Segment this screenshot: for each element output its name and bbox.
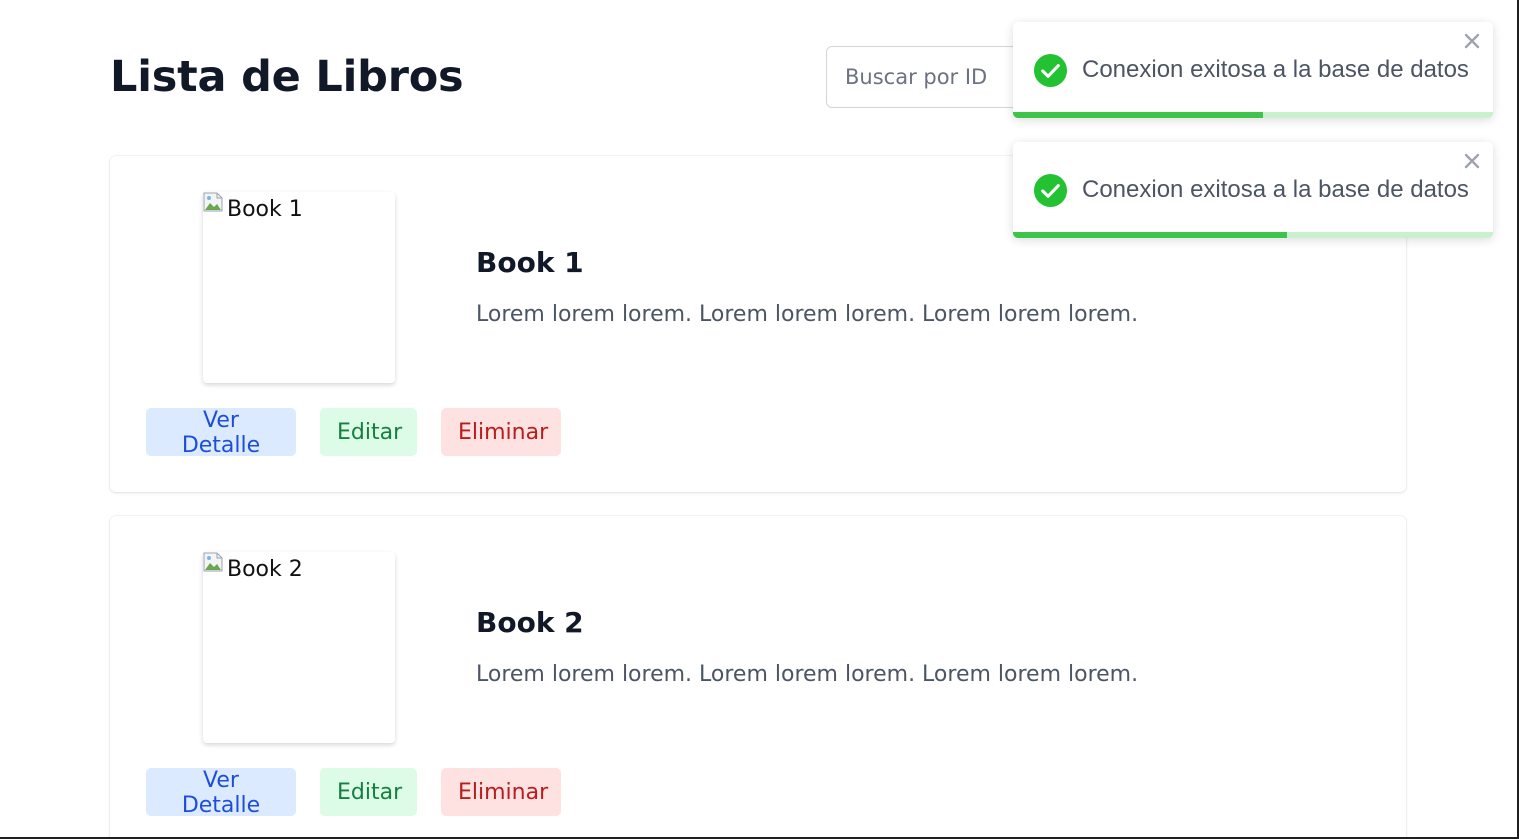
check-circle-icon bbox=[1033, 173, 1068, 208]
broken-image-icon bbox=[203, 552, 223, 572]
book-cover-alt-text: Book 2 bbox=[227, 557, 303, 582]
toast-progress-bar bbox=[1013, 112, 1493, 118]
book-cover-alt-text: Book 1 bbox=[227, 197, 303, 222]
close-icon[interactable] bbox=[1463, 32, 1481, 50]
toast-notification: Conexion exitosa a la base de datos bbox=[1013, 22, 1493, 118]
app-window: Lista de Libros Book 1 Book 1 Lorem lore… bbox=[0, 0, 1519, 839]
toast-progress-fill bbox=[1013, 232, 1287, 238]
delete-button[interactable]: Eliminar bbox=[441, 408, 561, 456]
toast-progress-bar bbox=[1013, 232, 1493, 238]
edit-button[interactable]: Editar bbox=[320, 768, 417, 816]
page-title: Lista de Libros bbox=[110, 52, 464, 102]
check-circle-icon bbox=[1033, 53, 1068, 88]
book-description: Lorem lorem lorem. Lorem lorem lorem. Lo… bbox=[476, 302, 1139, 327]
broken-image-icon bbox=[203, 192, 223, 212]
toast-message: Conexion exitosa a la base de datos bbox=[1082, 56, 1469, 83]
book-cover-image: Book 1 bbox=[203, 192, 395, 383]
delete-button[interactable]: Eliminar bbox=[441, 768, 561, 816]
book-cover-image: Book 2 bbox=[203, 552, 395, 743]
book-title: Book 1 bbox=[476, 246, 584, 279]
toast-notification: Conexion exitosa a la base de datos bbox=[1013, 142, 1493, 238]
book-description: Lorem lorem lorem. Lorem lorem lorem. Lo… bbox=[476, 662, 1139, 687]
toast-progress-fill bbox=[1013, 112, 1263, 118]
edit-button[interactable]: Editar bbox=[320, 408, 417, 456]
book-card: Book 2 Book 2 Lorem lorem lorem. Lorem l… bbox=[110, 516, 1406, 837]
book-title: Book 2 bbox=[476, 606, 584, 639]
toast-message: Conexion exitosa a la base de datos bbox=[1082, 176, 1469, 203]
view-detail-button[interactable]: Ver Detalle bbox=[146, 408, 296, 458]
view-detail-button[interactable]: Ver Detalle bbox=[146, 768, 296, 818]
close-icon[interactable] bbox=[1463, 152, 1481, 170]
